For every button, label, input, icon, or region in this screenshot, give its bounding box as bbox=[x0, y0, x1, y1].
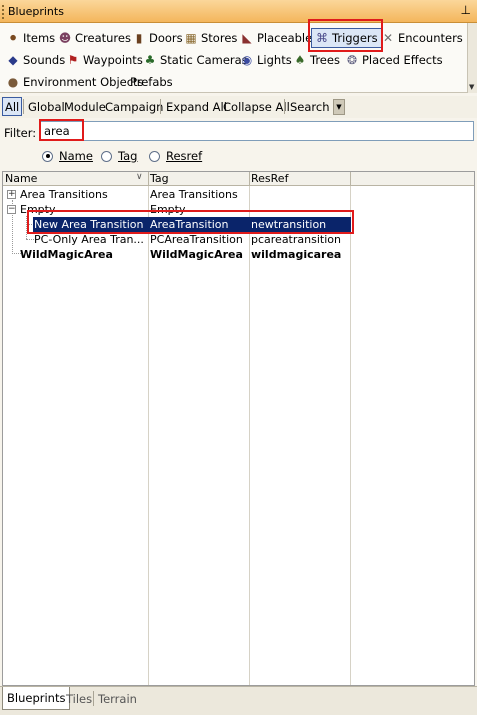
row-tag: WildMagicArea bbox=[150, 248, 243, 261]
blueprint-tree[interactable]: Name ∨ Tag ResRef + Area Transitions Are… bbox=[2, 171, 475, 686]
tab-tiles[interactable]: Tiles bbox=[62, 687, 96, 710]
column-divider[interactable] bbox=[148, 172, 149, 186]
doors-icon: ▮ bbox=[135, 31, 143, 45]
category-stores-button[interactable]: ▦ Stores bbox=[181, 28, 240, 48]
collapse-icon[interactable]: − bbox=[7, 205, 16, 214]
column-divider[interactable] bbox=[249, 172, 250, 186]
sounds-icon: ◆ bbox=[8, 53, 18, 67]
trees-icon: ♠ bbox=[294, 53, 306, 67]
category-toolbar-scroll[interactable]: ▼ bbox=[467, 23, 477, 93]
row-tag: Empty bbox=[150, 203, 186, 216]
scope-global-button[interactable]: Global bbox=[26, 97, 67, 116]
blueprints-titlebar: Blueprints ⊥ bbox=[0, 0, 477, 23]
tab-terrain[interactable]: Terrain bbox=[94, 687, 141, 710]
static-cameras-icon: ♣ bbox=[144, 53, 156, 67]
scope-toolbar: All Global Module Campaign Expand All Co… bbox=[0, 96, 477, 118]
divider bbox=[23, 99, 24, 114]
column-divider[interactable] bbox=[350, 172, 351, 186]
category-items-button[interactable]: ⚫ Items bbox=[3, 28, 58, 48]
row-tag: Area Transitions bbox=[150, 188, 238, 201]
search-by-resref-radio[interactable]: Resref bbox=[149, 149, 202, 163]
column-header-tag[interactable]: Tag bbox=[150, 172, 169, 185]
category-placed-effects-button[interactable]: ❂ Placed Effects bbox=[342, 50, 446, 70]
category-trees-button[interactable]: ♠ Trees bbox=[290, 50, 343, 70]
column-header-name[interactable]: Name bbox=[5, 172, 37, 185]
items-icon: ⚫ bbox=[7, 31, 19, 45]
scope-module-button[interactable]: Module bbox=[62, 97, 108, 116]
tree-row[interactable]: PC-Only Area Tran... PCAreaTransition pc… bbox=[3, 232, 474, 247]
placeables-icon: ◣ bbox=[242, 31, 252, 45]
environment-objects-icon: ● bbox=[7, 75, 19, 89]
sort-icon: ∨ bbox=[136, 172, 143, 182]
category-triggers-button[interactable]: ⌘ Triggers bbox=[311, 28, 382, 48]
category-toolbar: ⚫ Items ☻ Creatures ▮ Doors ▦ Stores ◣ P… bbox=[0, 23, 477, 93]
bottom-tab-bar: Blueprints Tiles Terrain bbox=[0, 686, 477, 715]
search-by-tag-radio[interactable]: Tag bbox=[101, 149, 137, 163]
row-resref: newtransition bbox=[251, 218, 327, 231]
category-encounters-button[interactable]: ✕ Encounters bbox=[378, 28, 466, 48]
row-name: PC-Only Area Tran... bbox=[34, 233, 144, 246]
tree-header: Name ∨ Tag ResRef bbox=[3, 172, 474, 186]
search-by-name-radio[interactable]: Name bbox=[42, 149, 93, 163]
category-creatures-button[interactable]: ☻ Creatures bbox=[55, 28, 134, 48]
divider bbox=[284, 99, 285, 114]
creatures-icon: ☻ bbox=[58, 31, 72, 45]
radio-dot bbox=[42, 150, 53, 162]
panel-title: Blueprints bbox=[8, 5, 64, 18]
toolbar-overflow-button[interactable]: ▼ bbox=[333, 99, 345, 115]
scope-all-button[interactable]: All bbox=[2, 97, 23, 116]
scope-campaign-button[interactable]: Campaign bbox=[103, 97, 165, 116]
tree-row[interactable]: − Empty Empty bbox=[3, 202, 474, 217]
category-lights-button[interactable]: ◉ Lights bbox=[237, 50, 295, 70]
tree-row[interactable]: + Area Transitions Area Transitions bbox=[3, 187, 474, 202]
grip-handle[interactable] bbox=[2, 5, 4, 19]
lights-icon: ◉ bbox=[241, 53, 253, 67]
column-header-resref[interactable]: ResRef bbox=[251, 172, 288, 185]
collapse-all-button[interactable]: Collapse All bbox=[221, 97, 292, 116]
category-static-cameras-button[interactable]: ♣ Static Cameras bbox=[140, 50, 251, 70]
tree-row[interactable]: WildMagicArea WildMagicArea wildmagicare… bbox=[3, 247, 474, 262]
chevron-down-icon[interactable]: ▼ bbox=[469, 83, 474, 91]
row-name: WildMagicArea bbox=[20, 248, 113, 261]
triggers-icon: ⌘ bbox=[316, 31, 328, 45]
radio-dot bbox=[149, 150, 160, 162]
radio-dot bbox=[101, 150, 112, 162]
search-button[interactable]: Search bbox=[288, 97, 332, 116]
category-doors-button[interactable]: ▮ Doors bbox=[129, 28, 186, 48]
row-name: Empty bbox=[20, 203, 56, 216]
expand-all-button[interactable]: Expand All bbox=[164, 97, 229, 116]
encounters-icon: ✕ bbox=[382, 31, 394, 45]
row-tag: AreaTransition bbox=[150, 218, 229, 231]
tab-blueprints[interactable]: Blueprints bbox=[2, 687, 71, 710]
placed-effects-icon: ❂ bbox=[346, 53, 358, 67]
filter-input[interactable] bbox=[40, 121, 474, 141]
pin-icon[interactable]: ⊥ bbox=[461, 3, 471, 17]
category-placeables-button[interactable]: ◣ Placeables bbox=[237, 28, 321, 48]
row-resref: pcareatransition bbox=[251, 233, 341, 246]
row-name: Area Transitions bbox=[20, 188, 108, 201]
filter-label: Filter: bbox=[4, 126, 37, 140]
row-resref: wildmagicarea bbox=[251, 248, 342, 261]
expand-icon[interactable]: + bbox=[7, 190, 16, 199]
category-waypoints-button[interactable]: ⚑ Waypoints bbox=[63, 50, 146, 70]
row-name: New Area Transition bbox=[34, 218, 144, 231]
row-tag: PCAreaTransition bbox=[150, 233, 243, 246]
category-sounds-button[interactable]: ◆ Sounds bbox=[3, 50, 68, 70]
divider bbox=[160, 99, 161, 114]
tree-row-selected[interactable]: New Area Transition AreaTransition newtr… bbox=[3, 217, 474, 232]
category-prefabs-button[interactable]: Prefabs bbox=[127, 72, 176, 92]
waypoints-icon: ⚑ bbox=[67, 53, 79, 67]
stores-icon: ▦ bbox=[185, 31, 197, 45]
category-environment-objects-button[interactable]: ● Environment Objects bbox=[3, 72, 147, 92]
